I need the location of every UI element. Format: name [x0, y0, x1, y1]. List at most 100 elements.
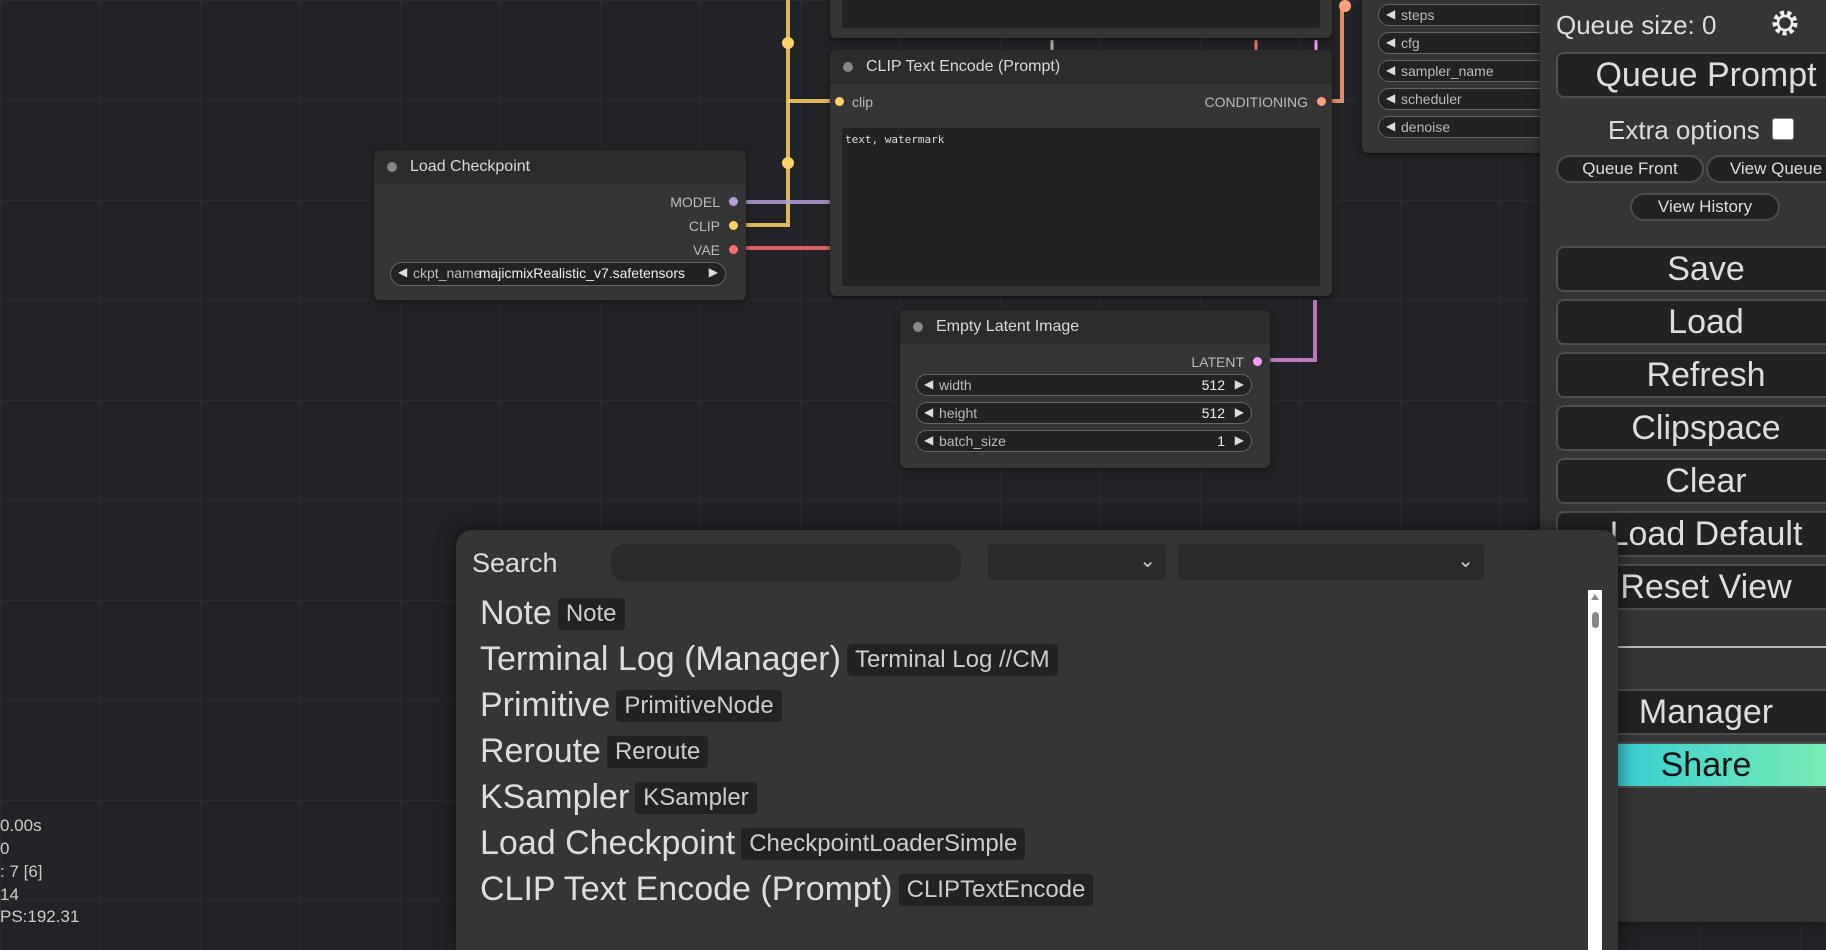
arrow-left-icon[interactable]: ◀: [1386, 7, 1395, 21]
slot-label: CONDITIONING: [1204, 94, 1308, 110]
arrow-left-icon[interactable]: ◀: [1386, 119, 1395, 133]
node-title: Empty Latent Image: [936, 318, 1080, 335]
widget-value: majicmixRealistic_v7.safetensors: [478, 265, 685, 281]
search-result[interactable]: Primitive PrimitiveNode: [480, 686, 782, 725]
input-type-filter-select[interactable]: ⌄: [988, 544, 1166, 580]
empty-latent-node[interactable]: Empty Latent Image LATENT ◀ width 512 ▶ …: [900, 310, 1270, 468]
view-queue-button[interactable]: View Queue: [1706, 155, 1826, 183]
search-result[interactable]: Terminal Log (Manager) Terminal Log //CM: [480, 640, 1058, 679]
partial-node-top[interactable]: [830, 0, 1332, 38]
widget-label: batch_size: [939, 433, 1006, 449]
arrow-left-icon[interactable]: ◀: [924, 405, 933, 419]
slot-label: MODEL: [670, 194, 720, 210]
arrow-left-icon[interactable]: ◀: [924, 433, 933, 447]
collapse-dot-icon[interactable]: [387, 162, 397, 172]
slot-row: clip CONDITIONING: [830, 90, 1332, 114]
result-name: Primitive: [480, 686, 611, 724]
result-name: Load Checkpoint: [480, 824, 736, 862]
arrow-left-icon[interactable]: ◀: [398, 265, 407, 279]
stats-line: PS:192.31: [0, 907, 80, 926]
output-slot-latent[interactable]: [1253, 357, 1262, 366]
search-result[interactable]: Load Checkpoint CheckpointLoaderSimple: [480, 824, 1026, 863]
prompt-textarea[interactable]: text, watermark: [842, 128, 1320, 286]
clip-text-encode-node[interactable]: CLIP Text Encode (Prompt) clip CONDITION…: [830, 50, 1332, 296]
collapse-dot-icon[interactable]: [913, 322, 923, 332]
search-input[interactable]: [611, 544, 961, 582]
output-slot-vae[interactable]: [729, 245, 738, 254]
scroll-thumb[interactable]: [1592, 612, 1599, 628]
queue-prompt-button[interactable]: Queue Prompt: [1556, 52, 1826, 98]
arrow-right-icon[interactable]: ▶: [1235, 377, 1244, 391]
node-title-bar[interactable]: CLIP Text Encode (Prompt): [830, 50, 1332, 84]
result-type-badge: CLIPTextEncode: [898, 874, 1094, 906]
node-title: CLIP Text Encode (Prompt): [866, 58, 1061, 75]
widget-value: 512: [1201, 405, 1225, 421]
scroll-up-icon[interactable]: [1591, 594, 1599, 600]
search-result[interactable]: KSampler KSampler: [480, 778, 757, 817]
save-button[interactable]: Save: [1556, 246, 1826, 292]
result-type-badge: CheckpointLoaderSimple: [741, 828, 1026, 860]
load-checkpoint-node[interactable]: Load Checkpoint MODEL CLIP VAE ◀ ckpt_na…: [374, 150, 746, 300]
slot-label: LATENT: [1191, 354, 1244, 370]
collapse-dot-icon[interactable]: [843, 62, 853, 72]
chevron-down-icon: ⌄: [1139, 550, 1156, 572]
arrow-left-icon[interactable]: ◀: [1386, 91, 1395, 105]
slot-row: MODEL: [374, 190, 746, 214]
queue-front-button[interactable]: Queue Front: [1556, 155, 1704, 183]
result-type-badge: PrimitiveNode: [616, 690, 782, 722]
view-history-button[interactable]: View History: [1630, 193, 1780, 221]
node-title-bar[interactable]: Load Checkpoint: [374, 150, 746, 184]
height-widget[interactable]: ◀ height 512 ▶: [916, 402, 1252, 424]
result-name: CLIP Text Encode (Prompt): [480, 870, 893, 908]
result-type-badge: Reroute: [606, 736, 709, 768]
clipspace-button[interactable]: Clipspace: [1556, 405, 1826, 451]
scheduler-widget[interactable]: ◀ scheduler: [1378, 88, 1562, 110]
partial-node-textarea[interactable]: [842, 0, 1320, 28]
load-button[interactable]: Load: [1556, 299, 1826, 345]
output-type-filter-select[interactable]: ⌄: [1178, 544, 1484, 580]
gear-icon[interactable]: [1770, 8, 1800, 38]
denoise-widget[interactable]: ◀ denoise: [1378, 116, 1562, 138]
steps-widget[interactable]: ◀ steps: [1378, 4, 1562, 26]
stats-line: 0: [0, 839, 10, 858]
widget-label: denoise: [1401, 119, 1451, 135]
menu-divider: [1616, 646, 1826, 648]
search-result[interactable]: CLIP Text Encode (Prompt) CLIPTextEncode: [480, 870, 1094, 909]
widget-label: cfg: [1401, 35, 1420, 51]
arrow-left-icon[interactable]: ◀: [1386, 63, 1395, 77]
results-scrollbar[interactable]: [1588, 590, 1602, 950]
arrow-right-icon[interactable]: ▶: [1235, 433, 1244, 447]
input-slot-clip[interactable]: [835, 97, 844, 106]
sampler-name-widget[interactable]: ◀ sampler_name: [1378, 60, 1562, 82]
widget-label: scheduler: [1401, 91, 1462, 107]
batch-size-widget[interactable]: ◀ batch_size 1 ▶: [916, 430, 1252, 452]
output-slot-conditioning[interactable]: [1317, 97, 1326, 106]
slot-row: CLIP: [374, 214, 746, 238]
arrow-left-icon[interactable]: ◀: [1386, 35, 1395, 49]
link-reroute-dot: [782, 157, 794, 169]
result-type-badge: KSampler: [635, 782, 757, 814]
arrow-right-icon[interactable]: ▶: [1235, 405, 1244, 419]
result-name: Note: [480, 594, 552, 632]
cfg-widget[interactable]: ◀ cfg: [1378, 32, 1562, 54]
output-slot-clip[interactable]: [729, 221, 738, 230]
widget-label: sampler_name: [1401, 63, 1494, 79]
slot-row: VAE: [374, 238, 746, 262]
chevron-down-icon: ⌄: [1457, 550, 1474, 572]
arrow-left-icon[interactable]: ◀: [924, 377, 933, 391]
refresh-button[interactable]: Refresh: [1556, 352, 1826, 398]
queue-size-label: Queue size: 0: [1556, 10, 1717, 40]
arrow-right-icon[interactable]: ▶: [709, 265, 718, 279]
slot-label: VAE: [693, 242, 720, 258]
search-result[interactable]: Reroute Reroute: [480, 732, 709, 771]
clear-button[interactable]: Clear: [1556, 458, 1826, 504]
extra-options-checkbox[interactable]: [1772, 118, 1794, 140]
widget-label: steps: [1401, 7, 1435, 23]
node-title-bar[interactable]: Empty Latent Image: [900, 310, 1270, 344]
widget-value: 512: [1201, 377, 1225, 393]
search-result[interactable]: Note Note: [480, 594, 625, 633]
width-widget[interactable]: ◀ width 512 ▶: [916, 374, 1252, 396]
output-slot-model[interactable]: [729, 197, 738, 206]
ckpt-name-widget[interactable]: ◀ ckpt_name majicmixRealistic_v7.safeten…: [390, 262, 726, 286]
ksampler-node[interactable]: ◀ steps ◀ cfg ◀ sampler_name ◀ scheduler…: [1362, 0, 1562, 153]
